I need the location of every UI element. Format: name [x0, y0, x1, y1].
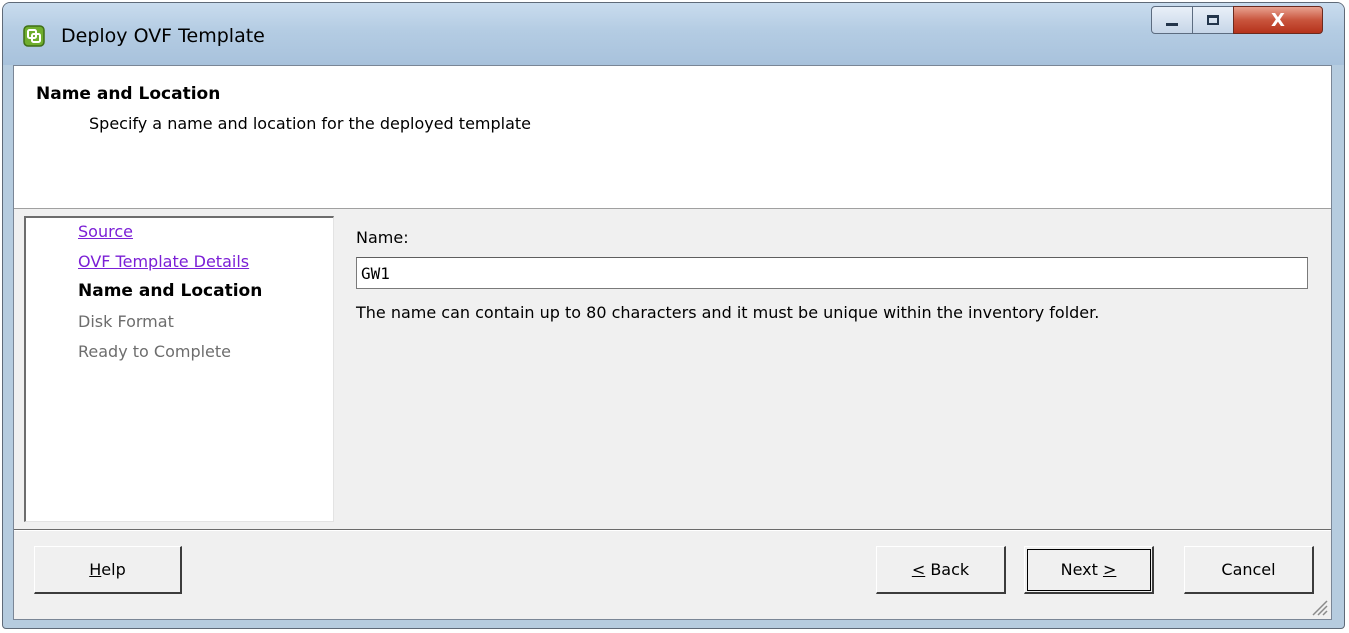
resize-grip-icon[interactable] — [1307, 595, 1329, 617]
back-label-rest: Back — [925, 560, 970, 579]
step-name-and-location: Name and Location — [78, 281, 263, 301]
step-source-link[interactable]: Source — [78, 222, 133, 241]
wizard-header: Name and Location Specify a name and loc… — [14, 66, 1331, 209]
window-title: Deploy OVF Template — [61, 25, 265, 47]
step-ready-to-complete: Ready to Complete — [78, 342, 232, 361]
step-ovf-template-details-link[interactable]: OVF Template Details — [78, 252, 249, 271]
wizard-steps-panel: Source OVF Template Details Name and Loc… — [24, 216, 334, 522]
help-mnemonic: H — [89, 560, 102, 579]
name-input[interactable] — [356, 257, 1308, 289]
maximize-icon — [1207, 15, 1219, 25]
maximize-button[interactable] — [1192, 6, 1234, 34]
page-subtitle: Specify a name and location for the depl… — [89, 114, 532, 133]
step-disk-format: Disk Format — [78, 312, 174, 331]
dialog-client-area: Name and Location Specify a name and loc… — [13, 65, 1332, 620]
minimize-icon — [1166, 22, 1178, 26]
close-icon: X — [1271, 9, 1285, 31]
minimize-button[interactable] — [1151, 6, 1193, 34]
next-mnemonic: > — [1102, 560, 1117, 579]
name-hint-text: The name can contain up to 80 characters… — [356, 303, 1100, 322]
button-bar-separator — [14, 529, 1331, 531]
page-title: Name and Location — [36, 84, 221, 104]
vsphere-app-icon — [23, 25, 45, 47]
cancel-button[interactable]: Cancel — [1184, 546, 1314, 594]
deploy-ovf-window: Deploy OVF Template X Name and Location … — [2, 2, 1345, 629]
help-label-rest: elp — [101, 560, 126, 579]
next-label-prefix: Next — [1060, 560, 1103, 579]
back-button[interactable]: < Back — [876, 546, 1006, 594]
close-button[interactable]: X — [1233, 6, 1323, 34]
next-button[interactable]: Next > — [1024, 546, 1154, 594]
title-bar[interactable]: Deploy OVF Template X — [3, 3, 1344, 65]
help-button[interactable]: Help — [34, 546, 182, 594]
back-mnemonic: < — [911, 560, 926, 579]
name-field-label: Name: — [356, 228, 409, 247]
